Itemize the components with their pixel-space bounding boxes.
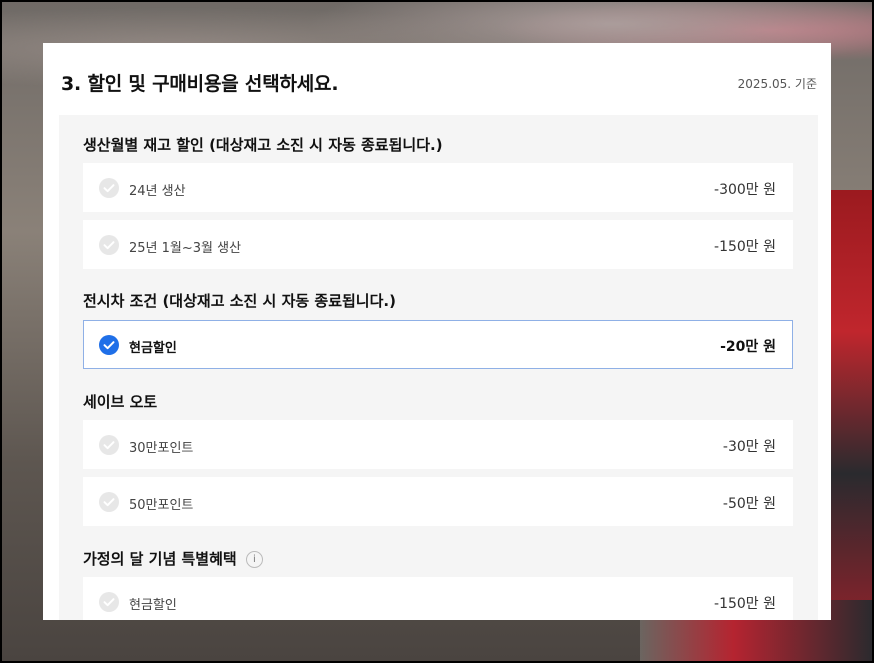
check-icon <box>99 435 119 455</box>
section-title-family-month: 가정의 달 기념 특별혜택 i <box>83 548 263 569</box>
option-24-production[interactable]: 24년 생산 -300만 원 <box>83 163 793 212</box>
option-50-points[interactable]: 50만포인트 -50만 원 <box>83 477 793 526</box>
option-label: 25년 1월~3월 생산 <box>129 241 242 256</box>
page-title: 3. 할인 및 구매비용을 선택하세요. <box>61 73 339 95</box>
check-icon <box>99 492 119 512</box>
option-30-points[interactable]: 30만포인트 -30만 원 <box>83 420 793 469</box>
option-label: 50만포인트 <box>129 498 194 513</box>
option-price: -50만 원 <box>722 496 776 512</box>
option-25-jan-mar-production[interactable]: 25년 1월~3월 생산 -150만 원 <box>83 220 793 269</box>
option-price: -20만 원 <box>720 339 776 355</box>
option-price: -150만 원 <box>714 596 776 612</box>
discount-panel: 3. 할인 및 구매비용을 선택하세요. 2025.05. 기준 생산월별 재고… <box>43 43 831 620</box>
check-icon <box>99 592 119 612</box>
section-title-display-car: 전시차 조건 (대상재고 소진 시 자동 종료됩니다.) <box>83 292 396 310</box>
option-display-cash-discount[interactable]: 현금할인 -20만 원 <box>83 320 793 369</box>
option-family-cash-discount[interactable]: 현금할인 -150만 원 <box>83 577 793 620</box>
option-price: -300만 원 <box>714 182 776 198</box>
section-title-text: 가정의 달 기념 특별혜택 <box>83 550 237 568</box>
option-label: 현금할인 <box>129 341 177 356</box>
option-price: -150만 원 <box>714 239 776 255</box>
option-price: -30만 원 <box>722 439 776 455</box>
section-title-production-discount: 생산월별 재고 할인 (대상재고 소진 시 자동 종료됩니다.) <box>83 136 443 154</box>
panel-header: 3. 할인 및 구매비용을 선택하세요. 2025.05. 기준 <box>43 43 831 115</box>
info-icon[interactable]: i <box>245 551 263 568</box>
option-label: 24년 생산 <box>129 184 186 199</box>
check-icon <box>99 335 119 355</box>
option-label: 현금할인 <box>129 598 177 613</box>
section-title-save-auto: 세이브 오토 <box>83 393 158 411</box>
option-label: 30만포인트 <box>129 441 194 456</box>
check-icon <box>99 178 119 198</box>
basis-date: 2025.05. 기준 <box>737 77 817 91</box>
options-content: 생산월별 재고 할인 (대상재고 소진 시 자동 종료됩니다.) 24년 생산 … <box>59 115 818 620</box>
check-icon <box>99 235 119 255</box>
